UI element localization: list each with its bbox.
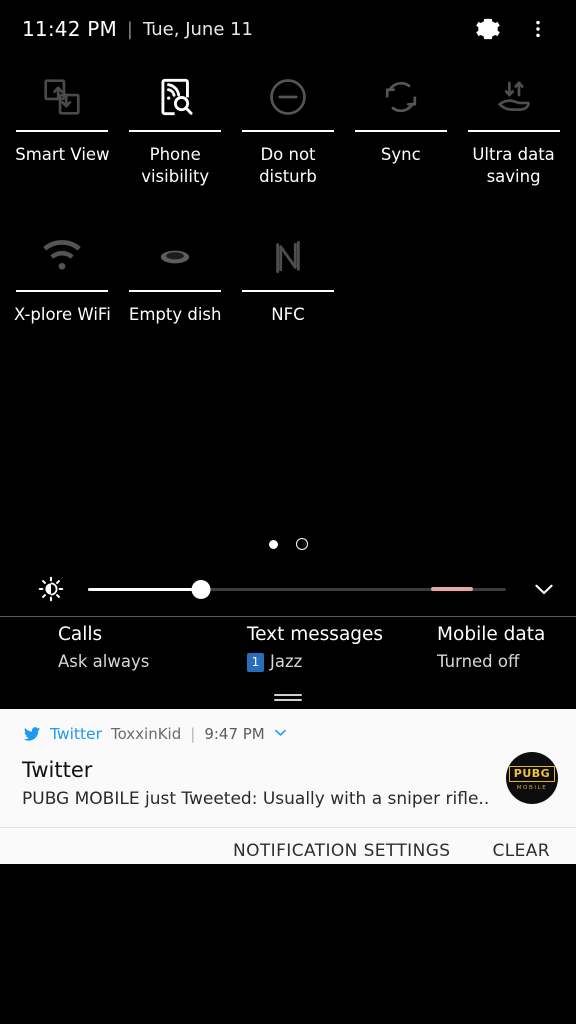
status-bar: 11:42 PM | Tue, June 11 — [0, 0, 576, 58]
tile-label: Sync — [380, 145, 421, 164]
tile-xplore-wifi[interactable]: X-plore WiFi — [6, 220, 119, 380]
tile-underline — [241, 290, 334, 292]
sim-title: Text messages — [246, 624, 384, 645]
drag-line — [274, 699, 302, 701]
tile-do-not-disturb[interactable]: Do not disturb — [232, 60, 345, 220]
notification-body: PUBG MOBILE just Tweeted: Usually with a… — [22, 789, 490, 809]
tile-underline — [467, 130, 560, 132]
tile-label: X-plore WiFi — [13, 305, 111, 324]
tile-sync[interactable]: Sync — [344, 60, 457, 220]
tile-nfc[interactable]: NFC — [232, 220, 345, 380]
sim-subtitle-text: Ask always — [58, 652, 150, 671]
tile-ultra-data-saving[interactable]: Ultra data saving — [457, 60, 570, 220]
notification-separator: | — [190, 725, 196, 743]
tile-underline — [241, 130, 334, 132]
notification-title: Twitter — [22, 758, 93, 782]
sync-icon — [378, 68, 424, 126]
tile-label: Smart View — [15, 145, 110, 164]
tile-underline — [129, 130, 222, 132]
smart-view-icon — [39, 68, 85, 126]
empty-area-below-notifications — [0, 864, 576, 1024]
sim-subtitle: Turned off — [437, 650, 572, 674]
quick-settings-tiles: Smart View Phone visibility Do not distu… — [0, 60, 576, 380]
tile-phone-visibility[interactable]: Phone visibility — [119, 60, 232, 220]
status-separator: | — [126, 18, 133, 40]
chevron-down-icon[interactable] — [272, 724, 289, 745]
notification-user: ToxxinKid — [110, 725, 182, 743]
tile-row-1: Smart View Phone visibility Do not distu… — [6, 60, 570, 220]
gear-icon[interactable] — [468, 9, 508, 49]
tile-smart-view[interactable]: Smart View — [6, 60, 119, 220]
sim-subtitle-text: Jazz — [269, 652, 303, 671]
slider-fill — [88, 588, 201, 591]
tile-empty-slot — [457, 220, 570, 380]
brightness-icon[interactable] — [34, 575, 68, 603]
sim-cell-text-messages[interactable]: Text messages 1 Jazz — [193, 622, 383, 684]
pubg-mobile-logo: PUBG MOBILE — [506, 752, 558, 804]
tile-underline — [16, 130, 109, 132]
do-not-disturb-icon — [265, 68, 311, 126]
tile-underline — [16, 290, 109, 292]
sim-cell-mobile-data[interactable]: Mobile data Turned off — [383, 622, 572, 684]
quick-settings-panel: 11:42 PM | Tue, June 11 Smart View Phone… — [0, 0, 576, 1024]
status-clock: 11:42 PM — [22, 17, 117, 41]
sim-subtitle: Ask always — [58, 650, 193, 674]
page-dot-active[interactable] — [268, 539, 278, 549]
tile-underline — [354, 130, 447, 132]
page-indicator — [0, 538, 576, 550]
brightness-slider[interactable] — [88, 577, 506, 601]
slider-hot-zone — [430, 587, 473, 591]
chevron-down-icon[interactable] — [528, 575, 560, 603]
notification-card-twitter[interactable]: Twitter ToxxinKid | 9:47 PM Twitter PUBG… — [0, 709, 576, 827]
phone-visibility-icon — [152, 68, 198, 126]
notification-time: 9:47 PM — [204, 725, 265, 743]
brightness-slider-row — [0, 565, 576, 613]
pubg-logo-subtext: MOBILE — [516, 784, 548, 791]
sim-card-manager-row: Calls Ask always Text messages 1 Jazz Mo… — [0, 622, 576, 684]
tile-empty-slot — [344, 220, 457, 380]
sim-subtitle-text: Turned off — [437, 652, 520, 671]
sim-subtitle: 1 Jazz — [246, 650, 383, 674]
notification-header: Twitter ToxxinKid | 9:47 PM — [22, 723, 560, 745]
clear-notifications-button[interactable]: CLEAR — [492, 841, 550, 861]
notification-app-name: Twitter — [50, 725, 102, 743]
page-dot-inactive[interactable] — [295, 538, 308, 550]
tile-label: Ultra data saving — [472, 145, 555, 186]
tile-label: Do not disturb — [259, 145, 317, 186]
nfc-icon — [265, 228, 311, 286]
twitter-icon — [22, 724, 42, 744]
tile-empty-dish[interactable]: Empty dish — [119, 220, 232, 380]
tile-label: Empty dish — [128, 305, 222, 324]
notification-area: Twitter ToxxinKid | 9:47 PM Twitter PUBG… — [0, 709, 576, 874]
status-date: Tue, June 11 — [143, 18, 254, 40]
drag-line — [274, 694, 302, 696]
tile-label: Phone visibility — [141, 145, 210, 186]
wifi-icon — [39, 228, 85, 286]
sim-slot-badge: 1 — [246, 652, 264, 672]
sim-cell-calls[interactable]: Calls Ask always — [4, 622, 193, 684]
divider-top — [0, 616, 576, 617]
panel-drag-handle[interactable] — [274, 694, 302, 701]
tile-row-2: X-plore WiFi Empty dish NFC — [6, 220, 570, 380]
pubg-logo-text: PUBG — [508, 765, 556, 782]
tile-label: NFC — [271, 305, 305, 324]
more-vertical-icon[interactable] — [518, 9, 558, 49]
sim-title: Mobile data — [437, 624, 546, 645]
sim-title: Calls — [58, 624, 103, 645]
slider-thumb[interactable] — [191, 580, 211, 599]
dish-icon — [152, 228, 198, 286]
notification-settings-button[interactable]: NOTIFICATION SETTINGS — [233, 841, 450, 861]
tile-underline — [129, 290, 222, 292]
ultra-data-saving-icon — [491, 68, 537, 126]
